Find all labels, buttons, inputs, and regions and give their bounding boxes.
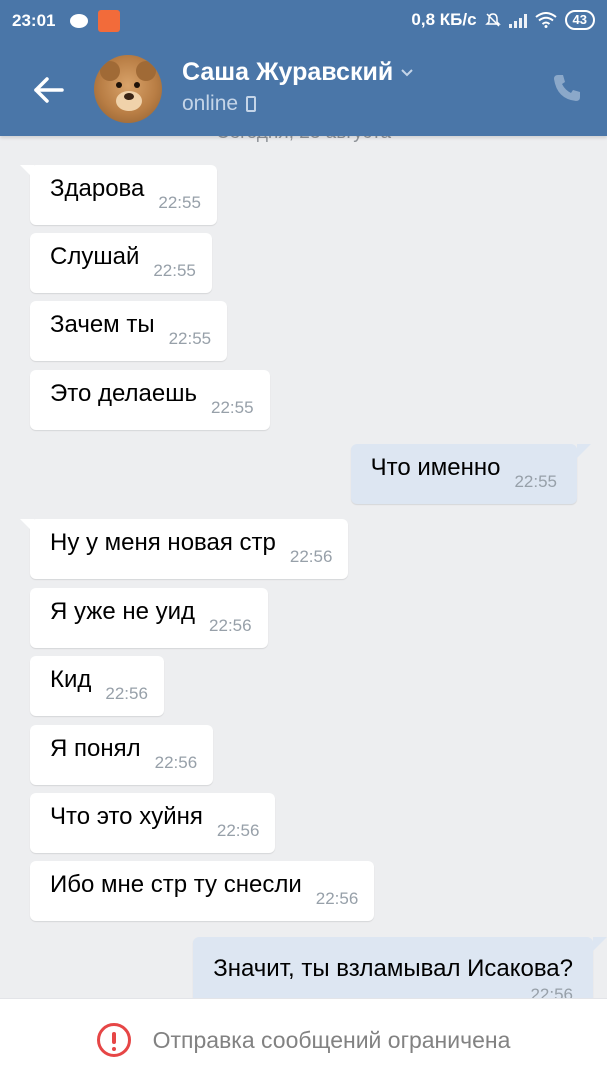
message-time: 22:55	[168, 329, 212, 348]
message-time: 22:56	[289, 547, 333, 566]
signal-icon	[508, 12, 527, 28]
messaging-restricted-bar: Отправка сообщений ограничена	[0, 998, 607, 1081]
contact-name[interactable]: Саша Журавский	[182, 58, 413, 87]
chat-notification-icon	[70, 14, 88, 28]
message-bubble-incoming[interactable]: Это делаешь 22:55	[30, 370, 270, 430]
message-text: Что это хуйня	[50, 803, 203, 830]
app-notification-icon	[98, 10, 120, 32]
message-bubble-incoming[interactable]: Здарова 22:55	[20, 165, 217, 225]
message-text: Что именно	[370, 454, 501, 481]
message-text: Значит, ты взламывал Исакова?	[213, 955, 573, 982]
message-time: 22:56	[154, 753, 198, 772]
mobile-device-icon	[246, 96, 257, 112]
avatar[interactable]	[94, 55, 162, 123]
message-bubble-outgoing[interactable]: Значит, ты взламывал Исакова? 22:56	[193, 937, 607, 1007]
battery-indicator: 43	[564, 10, 595, 30]
contact-status: online	[182, 92, 257, 116]
contact-name-text: Саша Журавский	[182, 58, 394, 86]
back-arrow-icon[interactable]	[28, 70, 68, 110]
message-text: Зачем ты	[50, 311, 155, 338]
wifi-icon	[534, 12, 557, 28]
message-bubble-incoming[interactable]: Ибо мне стр ту снесли 22:56	[30, 861, 375, 921]
message-text: Слушай	[50, 243, 140, 270]
message-bubble-incoming[interactable]: Кид 22:56	[30, 656, 164, 716]
network-speed: 0,8 КБ/с	[411, 10, 477, 29]
message-text: Это делаешь	[50, 380, 197, 407]
message-bubble-incoming[interactable]: Я уже не уид 22:56	[30, 588, 268, 648]
message-time: 22:56	[209, 616, 252, 635]
message-time: 22:55	[514, 472, 557, 491]
message-bubble-incoming[interactable]: Я понял 22:56	[30, 725, 214, 785]
message-time: 22:55	[211, 398, 254, 417]
status-bar: 23:01 0,8 КБ/с 43	[0, 0, 607, 42]
message-bubble-incoming[interactable]: Слушай 22:55	[30, 233, 212, 293]
message-bubble-incoming[interactable]: Что это хуйня 22:56	[30, 793, 276, 853]
phone-call-icon[interactable]	[551, 72, 583, 104]
online-status: online	[182, 92, 239, 115]
message-text: Ибо мне стр ту снесли	[50, 871, 302, 898]
message-bubble-incoming[interactable]: Ну у меня новая стр 22:56	[20, 519, 349, 579]
message-text: Кид	[50, 666, 92, 693]
status-right: 0,8 КБ/с 43	[411, 10, 595, 30]
message-text: Здарова	[50, 175, 145, 202]
message-time: 22:56	[105, 684, 148, 703]
mute-bell-icon	[484, 13, 501, 27]
message-text: Я понял	[50, 735, 141, 762]
message-text: Я уже не уид	[50, 598, 196, 625]
status-time: 23:01	[12, 11, 56, 30]
status-notification-icons	[70, 10, 120, 32]
message-time: 22:55	[153, 261, 196, 280]
message-time: 22:56	[315, 889, 359, 908]
warning-icon	[96, 1023, 131, 1057]
message-bubble-incoming[interactable]: Зачем ты 22:55	[30, 301, 228, 361]
message-text: Ну у меня новая стр	[50, 529, 276, 556]
chat-header: Саша Журавский online	[0, 42, 607, 136]
restriction-notice: Отправка сообщений ограничена	[152, 1026, 511, 1053]
message-time: 22:55	[158, 193, 201, 212]
chevron-down-icon	[401, 68, 413, 76]
message-time: 22:56	[216, 821, 260, 840]
message-bubble-outgoing[interactable]: Что именно 22:55	[350, 444, 591, 504]
